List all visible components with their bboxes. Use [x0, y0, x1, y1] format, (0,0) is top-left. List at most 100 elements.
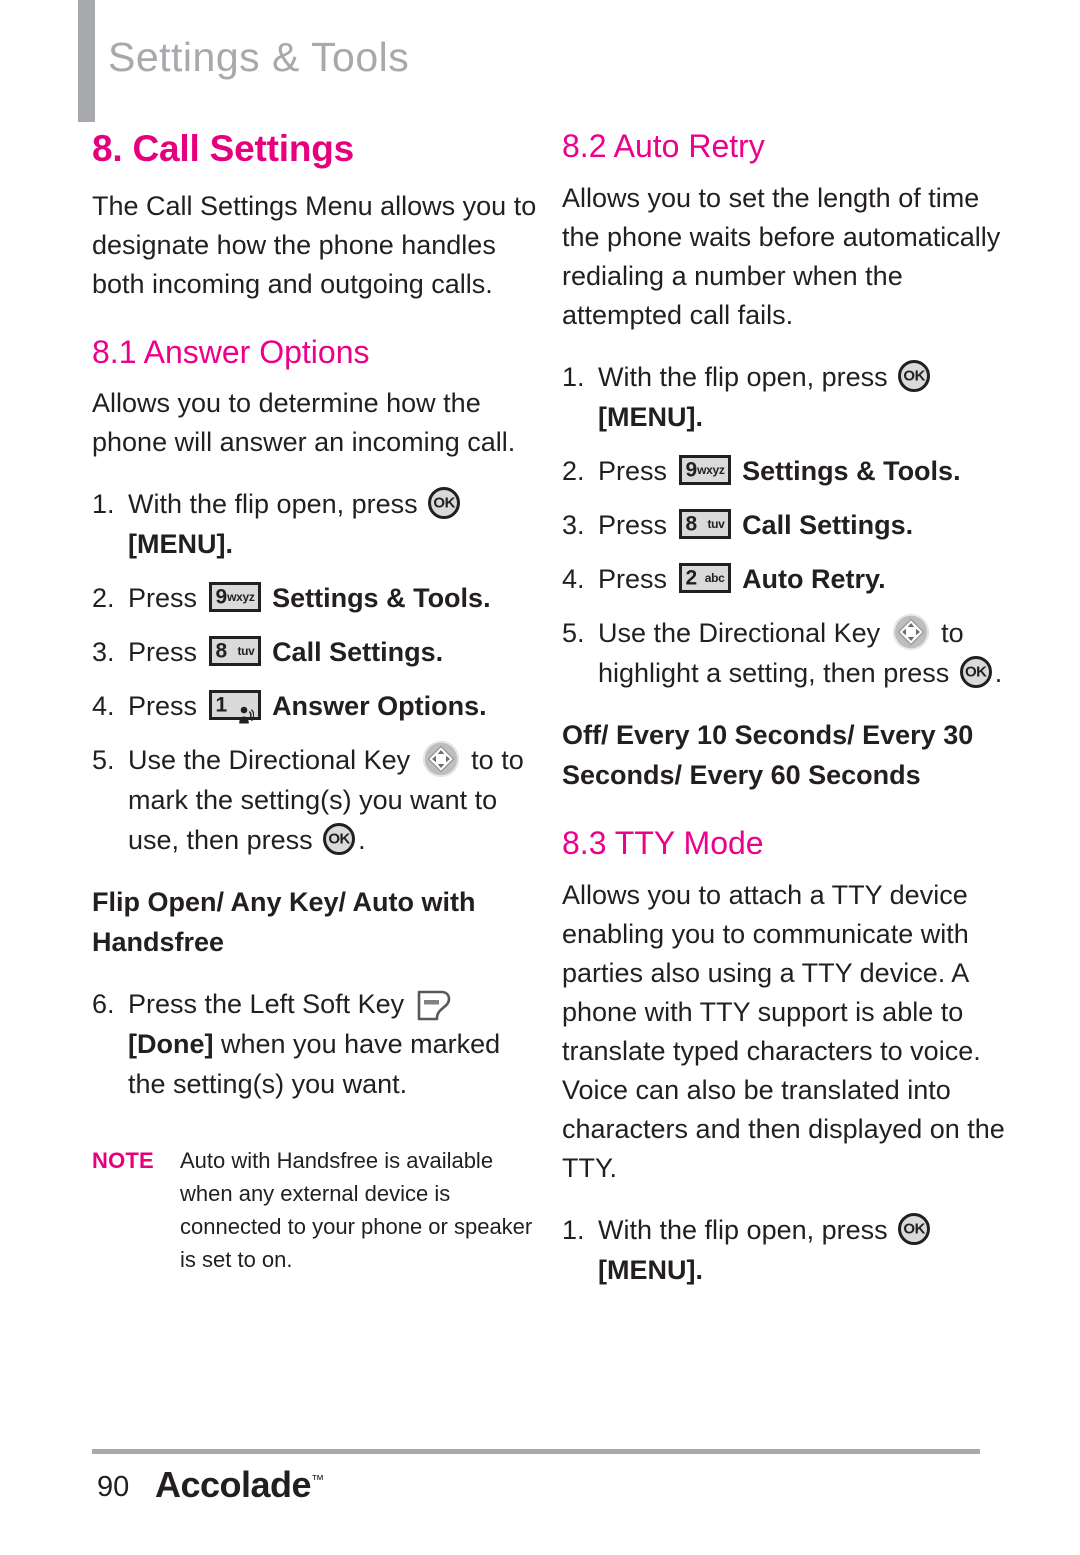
step-item: 3. Press 8 tuv Call Settings. — [562, 505, 1007, 545]
key-letters: wxyz — [227, 590, 255, 605]
step-target-label: Settings & Tools. — [742, 455, 961, 486]
key-digit: 8 — [215, 639, 228, 663]
step-text: Press the Left Soft Key — [128, 989, 405, 1020]
ok-key-icon — [898, 359, 931, 392]
answer-options-values: Flip Open/ Any Key/ Auto with Handsfree — [92, 887, 476, 958]
step-number: 3. — [92, 637, 115, 668]
ok-key-icon — [428, 487, 461, 520]
step-text: Press — [598, 509, 668, 540]
step-number: 1. — [92, 489, 115, 520]
key-letters: wxyz — [697, 462, 725, 477]
brand-name: Accolade — [155, 1464, 312, 1505]
section-intro-text: Allows you to determine how the phone wi… — [92, 388, 516, 458]
key-digit: 9 — [215, 585, 228, 609]
step-text: Press — [598, 563, 668, 594]
ok-key-icon — [323, 823, 356, 856]
step-text: Press — [128, 691, 198, 722]
step-text: Press — [128, 637, 198, 668]
step-target-label: Call Settings. — [742, 509, 914, 540]
left-column: 8. Call Settings The Call Settings Menu … — [92, 128, 537, 1276]
step-item: 1. With the flip open, press [MENU]. — [562, 1210, 1007, 1290]
step-item: 2. Press 9 wxyz Settings & Tools. — [92, 578, 537, 618]
key-letters: abc — [704, 570, 725, 585]
step-text: With the flip open, press — [598, 361, 888, 392]
chapter-heading: 8. Call Settings — [92, 128, 355, 169]
key-9-wxyz-icon: 9 wxyz — [678, 454, 731, 485]
step-item: 5. Use the Directional Key to to mark the… — [92, 740, 537, 860]
soft-key-label: [Done] — [128, 1029, 214, 1060]
step-item: 1. With the flip open, press [MENU]. — [562, 357, 1007, 437]
page-header: Settings & Tools — [0, 0, 1080, 122]
step-text: Press — [598, 455, 668, 486]
step-number: 5. — [92, 745, 115, 776]
step-number: 4. — [562, 563, 585, 594]
key-digit: 9 — [685, 458, 698, 482]
step-number: 4. — [92, 691, 115, 722]
steps-list-answer-options: 1. With the flip open, press [MENU]. 2. Pr… — [92, 484, 537, 860]
key-letters: tuv — [237, 644, 255, 659]
step-text: With the flip open, press — [598, 1214, 888, 1245]
key-digit: 2 — [685, 566, 698, 590]
step-text: With the flip open, press — [128, 489, 418, 520]
key-digit: 8 — [685, 512, 698, 536]
key-2-abc-icon: 2 abc — [678, 562, 731, 593]
step-item: 1. With the flip open, press [MENU]. — [92, 484, 537, 564]
step-target-label: Auto Retry. — [742, 563, 886, 594]
step-number: 1. — [562, 1214, 585, 1245]
note-block: NOTE Auto with Handsfree is available wh… — [92, 1144, 537, 1276]
step-number: 6. — [92, 989, 115, 1020]
footer-divider — [92, 1449, 980, 1454]
step-menu-label: [MENU]. — [598, 401, 703, 432]
directional-key-icon — [422, 741, 459, 778]
page-title: Settings & Tools — [108, 34, 410, 80]
section-heading-8-1: 8.1 Answer Options — [92, 333, 370, 370]
step-menu-label: [MENU]. — [128, 529, 233, 560]
key-9-wxyz-icon: 9 wxyz — [208, 582, 261, 613]
trademark-symbol: ™ — [311, 1472, 324, 1487]
step-item: 5. Use the Directional Key to highlight a… — [562, 613, 1007, 693]
page-number: 90 — [97, 1471, 130, 1503]
step-number: 5. — [562, 617, 585, 648]
steps-list-auto-retry: 1. With the flip open, press [MENU]. 2. Pr… — [562, 357, 1007, 693]
ok-key-icon — [959, 655, 992, 688]
chapter-intro-text: The Call Settings Menu allows you to des… — [92, 190, 537, 299]
step-text-end: . — [358, 825, 366, 856]
step-target-label: Answer Options. — [272, 691, 487, 722]
step-text: Press — [128, 583, 198, 614]
step-text: Use the Directional Key — [598, 617, 881, 648]
step-menu-label: [MENU]. — [598, 1254, 703, 1285]
step-item: 4. Press 1 Answer Options. — [92, 686, 537, 726]
steps-list-tty-mode: 1. With the flip open, press [MENU]. — [562, 1210, 1007, 1290]
step-item: 3. Press 8 tuv Call Settings. — [92, 632, 537, 672]
step-number: 3. — [562, 509, 585, 540]
note-text: Auto with Handsfree is available when an… — [180, 1148, 533, 1273]
key-1-voicemail-icon: 1 — [208, 690, 261, 724]
section-intro-text-8-3: Allows you to attach a TTY device enabli… — [562, 879, 1005, 1183]
section-heading-8-3: 8.3 TTY Mode — [562, 824, 764, 861]
note-label: NOTE — [92, 1148, 154, 1174]
section-intro-text-8-2: Allows you to set the length of time the… — [562, 182, 1001, 330]
step-target-label: Settings & Tools. — [272, 583, 491, 614]
key-8-tuv-icon: 8 tuv — [678, 508, 731, 539]
header-accent-bar — [78, 0, 95, 122]
key-letters: tuv — [707, 516, 725, 531]
step-target-label: Call Settings. — [272, 637, 444, 668]
step-number: 2. — [92, 583, 115, 614]
step-number: 1. — [562, 361, 585, 392]
voicemail-glyph-icon — [237, 696, 254, 724]
step-number: 2. — [562, 455, 585, 486]
step-item: 4. Press 2 abc Auto Retry. — [562, 559, 1007, 599]
key-digit: 1 — [215, 693, 228, 717]
auto-retry-options-values: Off/ Every 10 Seconds/ Every 30 Seconds/… — [562, 719, 974, 790]
directional-key-icon — [892, 613, 929, 650]
steps-list-answer-options-cont: 6. Press the Left Soft Key [Done] when yo… — [92, 984, 537, 1104]
step-text: Use the Directional Key — [128, 745, 411, 776]
left-soft-key-icon — [416, 989, 452, 1021]
ok-key-icon — [898, 1212, 931, 1245]
step-item: 2. Press 9 wxyz Settings & Tools. — [562, 451, 1007, 491]
brand-logo: Accolade™ — [155, 1464, 324, 1506]
step-item: 6. Press the Left Soft Key [Done] when yo… — [92, 984, 537, 1104]
section-heading-8-2: 8.2 Auto Retry — [562, 128, 765, 164]
key-8-tuv-icon: 8 tuv — [208, 636, 261, 667]
right-column: 8.2 Auto Retry Allows you to set the len… — [562, 128, 1007, 1304]
